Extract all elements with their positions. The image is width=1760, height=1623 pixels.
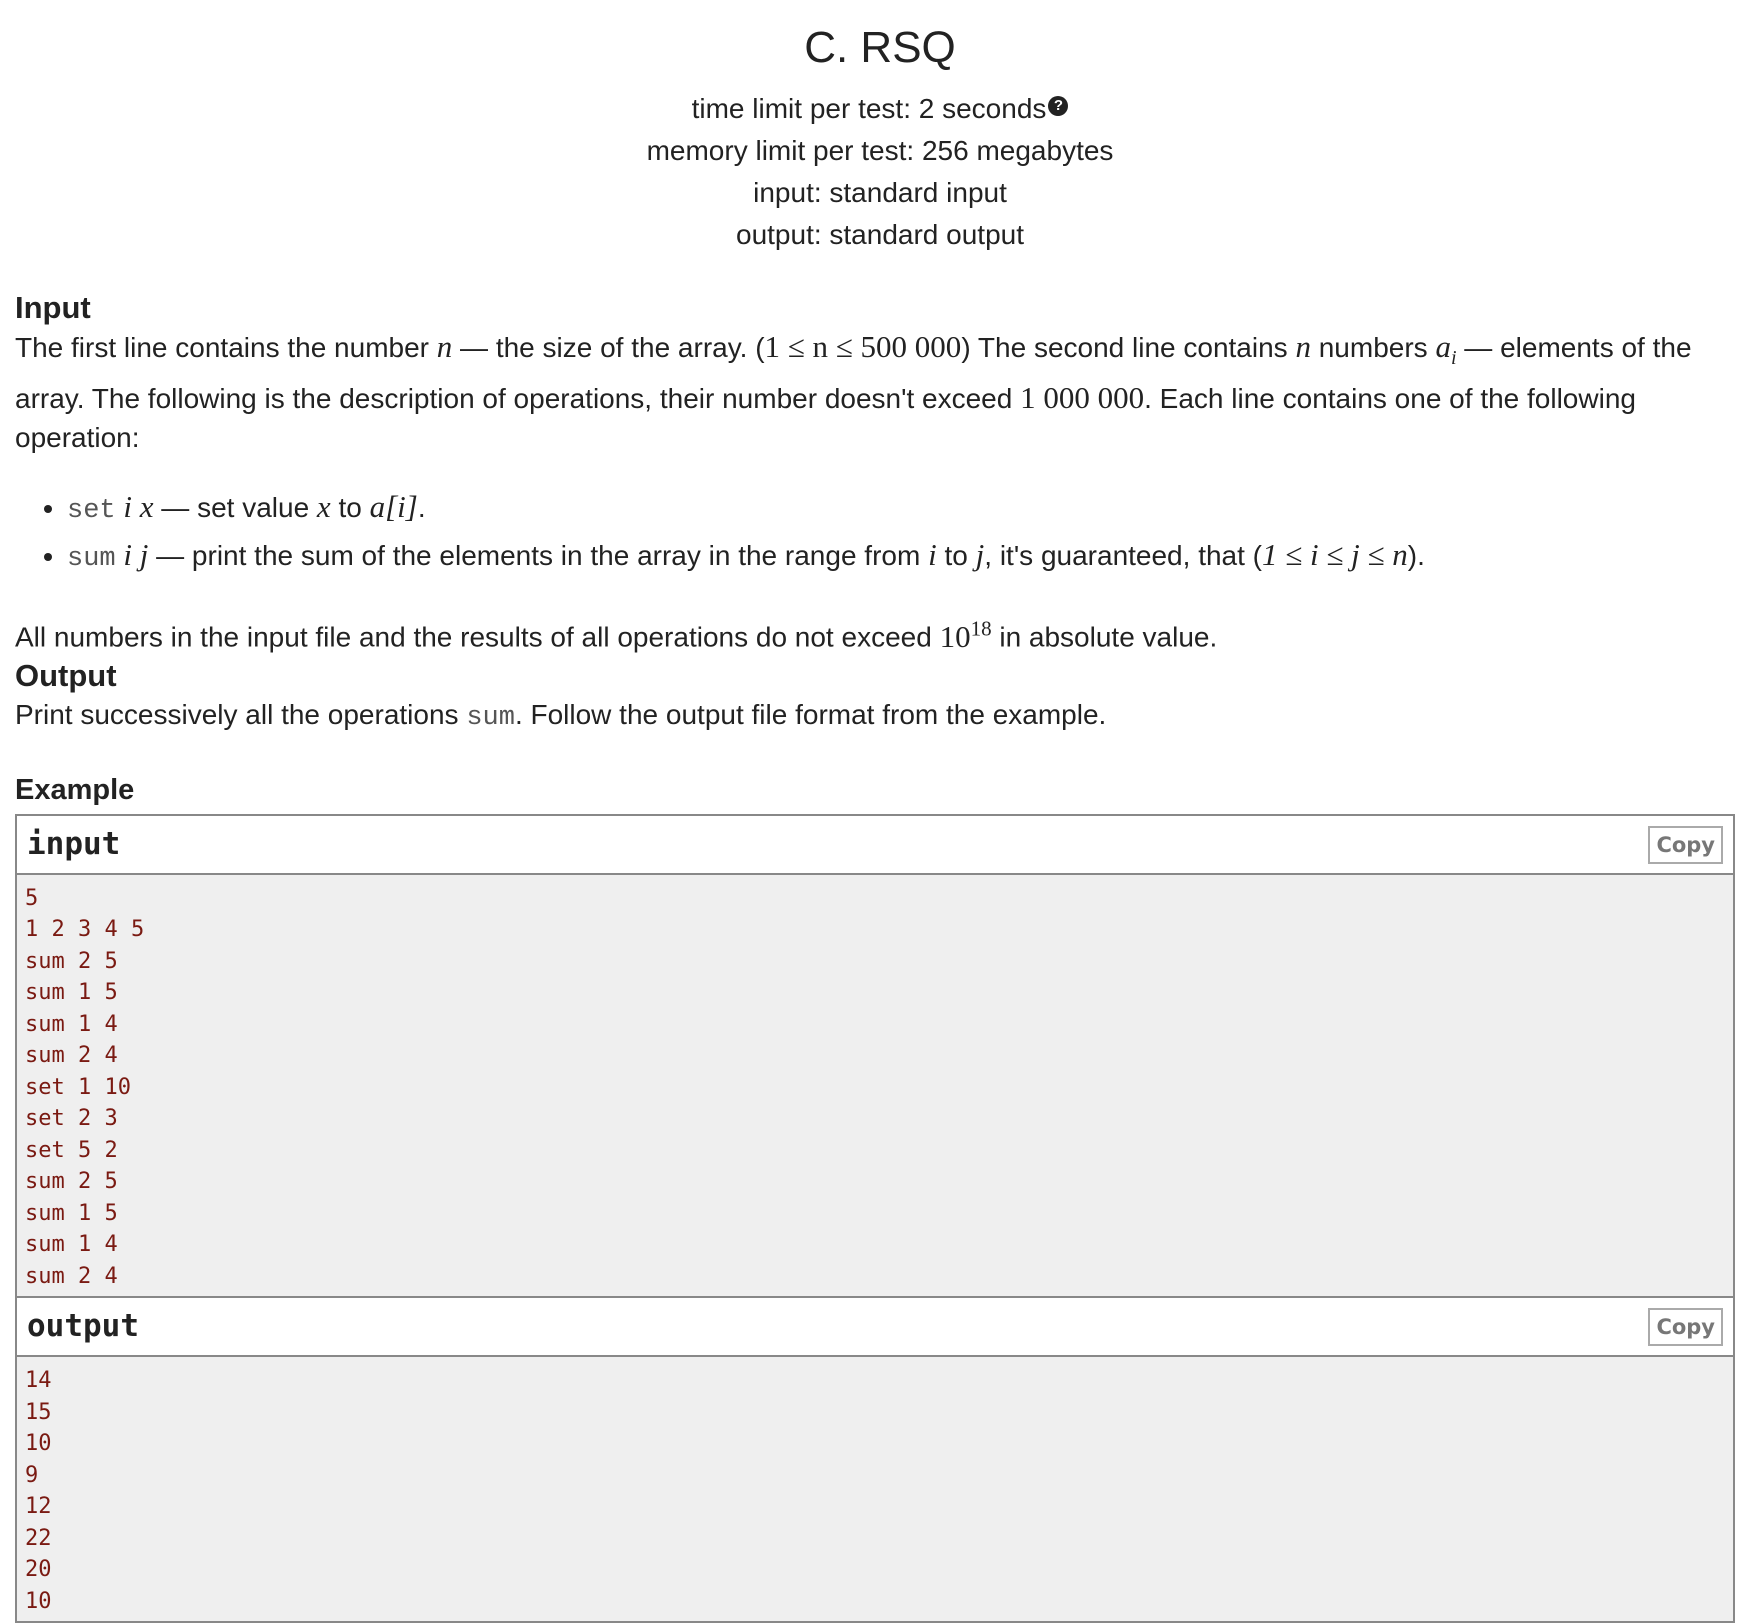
sample-output-header: output Copy xyxy=(17,1298,1733,1358)
input-description: The first line contains the number n — t… xyxy=(15,329,1692,454)
sum-code: sum xyxy=(466,702,515,733)
sample-input-line: sum 2 4 xyxy=(25,1043,118,1069)
sample-input-block: input Copy 5 1 2 3 4 5 sum 2 5 sum 1 5 sum 1… xyxy=(15,813,1735,1299)
math-n: n xyxy=(436,329,453,364)
sample-output-content[interactable]: 14 15 10 9 12 22 20 10 xyxy=(17,1357,1733,1622)
sample-input-line: set 2 3 xyxy=(25,1106,118,1132)
problem-header: C. RSQ time limit per test: 2 seconds? m… xyxy=(15,0,1745,256)
output-description: Print successively all the operations su… xyxy=(15,698,1107,733)
operations-list: set i x — set value x to a[i]. sum i j —… xyxy=(15,485,1745,581)
sample-input-line: set 5 2 xyxy=(25,1137,118,1163)
sample-output-line: 10 xyxy=(25,1588,52,1614)
math-op-limit: 1 000 000 xyxy=(1020,380,1145,416)
value-bound-note: All numbers in the input file and the re… xyxy=(15,616,1218,654)
output-section-title: Output xyxy=(15,657,117,693)
sample-input-content[interactable]: 5 1 2 3 4 5 sum 2 5 sum 1 5 sum 1 4 sum 2 4 se… xyxy=(17,874,1733,1297)
problem-title: C. RSQ xyxy=(804,23,956,72)
sample-output-block: output Copy 14 15 10 9 12 22 20 10 xyxy=(15,1296,1735,1623)
sample-input-line: 5 xyxy=(25,885,39,911)
sample-input-label: input xyxy=(27,825,121,862)
copy-input-button[interactable]: Copy xyxy=(1648,825,1723,864)
input-spec: input: standard input xyxy=(753,177,1007,208)
math-n-range: 1 ≤ n ≤ 500 000 xyxy=(764,329,962,364)
output-spec: output: standard output xyxy=(736,219,1024,250)
sample-input-line: sum 1 4 xyxy=(25,1011,118,1037)
set-command: set xyxy=(67,496,116,527)
list-item-set: set i x — set value x to a[i]. xyxy=(67,485,1745,533)
time-limit-text: time limit per test: 2 seconds xyxy=(691,93,1047,124)
sample-input-line: sum 2 5 xyxy=(25,948,118,974)
sample-input-line: sum 1 5 xyxy=(25,1200,118,1226)
list-item-sum: sum i j — print the sum of the elements … xyxy=(67,533,1745,581)
problem-statement: C. RSQ time limit per test: 2 seconds? m… xyxy=(0,0,1760,1623)
sample-input-line: sum 1 5 xyxy=(25,980,118,1006)
sample-output-line: 15 xyxy=(25,1399,52,1425)
copy-output-button[interactable]: Copy xyxy=(1648,1308,1723,1347)
sample-output-line: 14 xyxy=(25,1368,52,1394)
input-section-title: Input xyxy=(15,290,91,325)
sample-output-line: 20 xyxy=(25,1557,52,1583)
sample-output-line: 9 xyxy=(25,1462,39,1488)
sample-input-line: 1 2 3 4 5 xyxy=(25,917,145,943)
example-title: Example xyxy=(15,773,135,806)
sample-output-line: 12 xyxy=(25,1494,52,1520)
sample-input-line: sum 1 4 xyxy=(25,1232,118,1258)
sum-command: sum xyxy=(67,544,116,575)
sample-output-line: 10 xyxy=(25,1431,52,1457)
sample-input-line: sum 2 5 xyxy=(25,1169,118,1195)
sample-input-header: input Copy xyxy=(17,815,1733,875)
time-limit: time limit per test: 2 seconds? xyxy=(15,88,1745,130)
math-ai: ai xyxy=(1435,329,1457,370)
sample-output-line: 22 xyxy=(25,1525,52,1551)
question-circle-icon[interactable]: ? xyxy=(1048,96,1069,116)
sample-input-line: sum 2 4 xyxy=(25,1263,118,1289)
memory-limit: memory limit per test: 256 megabytes xyxy=(646,135,1114,166)
sample-input-line: set 1 10 xyxy=(25,1074,131,1100)
sample-output-label: output xyxy=(27,1308,139,1345)
